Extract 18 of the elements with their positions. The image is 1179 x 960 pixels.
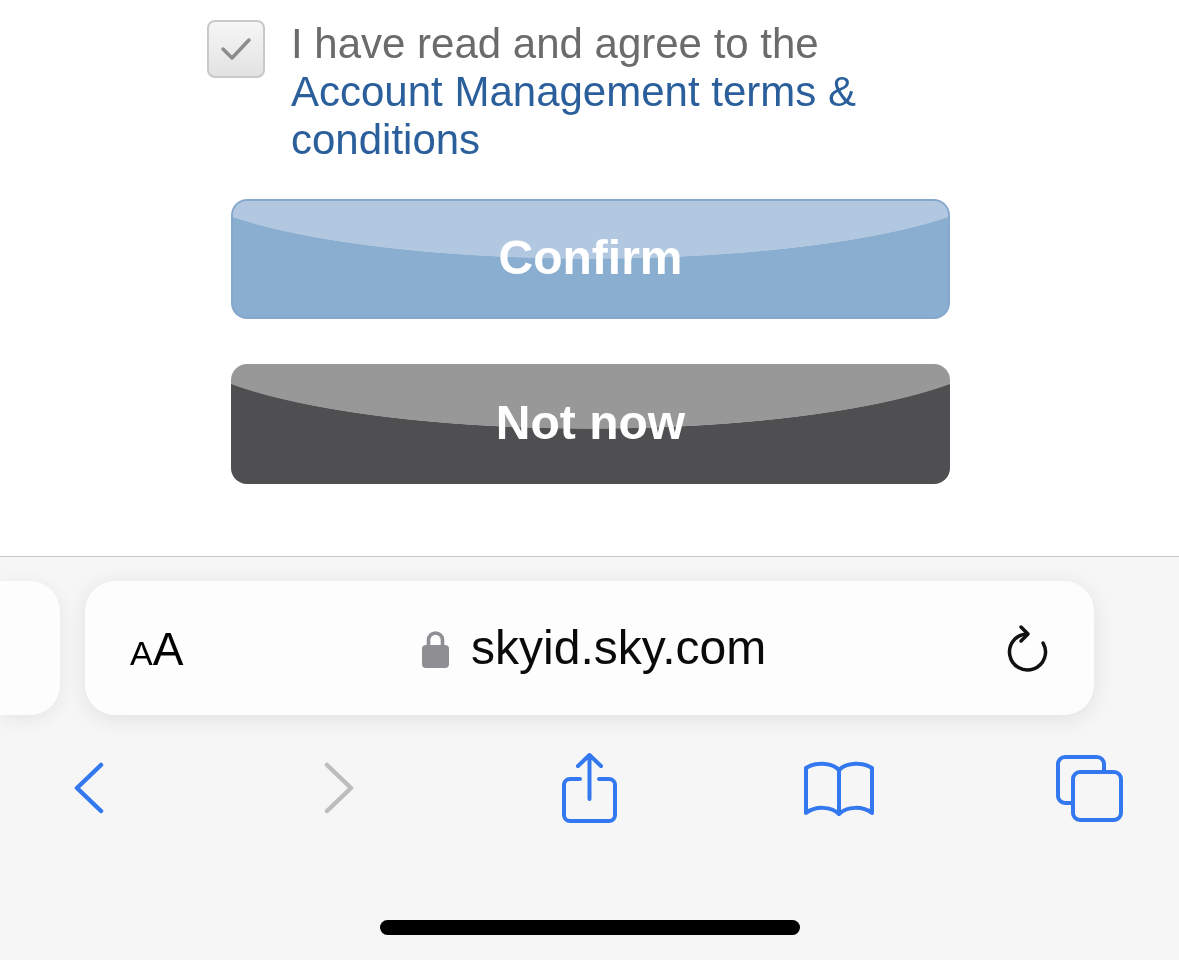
terms-link[interactable]: Account Management terms & conditions xyxy=(291,68,871,164)
address-bar[interactable]: AA skyid.sky.com xyxy=(85,581,1094,715)
share-icon xyxy=(560,752,618,824)
tabs-icon xyxy=(1055,754,1123,822)
chevron-left-icon xyxy=(73,762,105,814)
share-button[interactable] xyxy=(560,752,618,824)
tabs-button[interactable] xyxy=(1055,754,1123,822)
agreement-text: I have read and agree to the xyxy=(291,20,819,68)
back-button[interactable] xyxy=(73,762,105,814)
checkmark-icon xyxy=(220,37,252,61)
reload-button[interactable] xyxy=(1005,623,1050,673)
bookmarks-button[interactable] xyxy=(803,759,875,817)
url-text: skyid.sky.com xyxy=(471,620,767,676)
reload-icon xyxy=(1005,623,1050,673)
chevron-right-icon xyxy=(323,762,355,814)
checkbox[interactable] xyxy=(207,20,265,78)
text-size-button[interactable]: AA xyxy=(130,624,184,672)
open-book-icon xyxy=(803,759,875,817)
